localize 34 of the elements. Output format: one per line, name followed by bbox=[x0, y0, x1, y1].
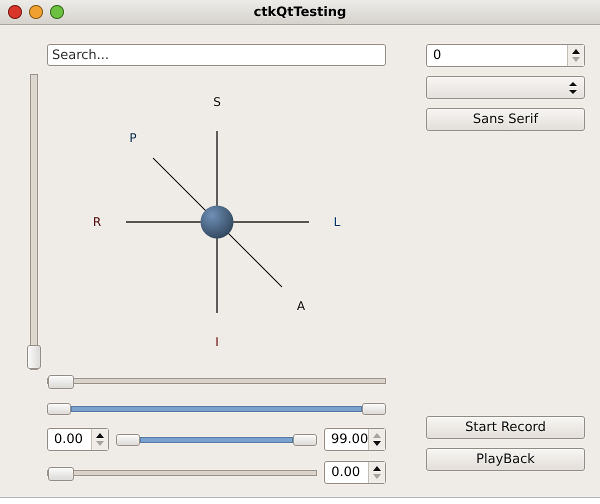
slider-handle[interactable] bbox=[27, 345, 41, 369]
spin-box[interactable]: 0 bbox=[426, 44, 585, 67]
range-slider[interactable] bbox=[47, 403, 386, 415]
axis-label: S bbox=[213, 95, 221, 109]
slider-handle[interactable] bbox=[362, 403, 386, 415]
axis-label: L bbox=[334, 215, 340, 229]
font-button[interactable]: Sans Serif bbox=[426, 108, 585, 131]
slider-handle[interactable] bbox=[47, 403, 71, 415]
push-button[interactable]: PlayBack bbox=[426, 448, 585, 471]
axis-label: P bbox=[129, 131, 137, 145]
slider-handle[interactable] bbox=[116, 434, 140, 446]
down-arrow-icon[interactable] bbox=[372, 440, 382, 448]
spin-box[interactable]: 0.00 bbox=[324, 461, 386, 484]
up-arrow-icon[interactable] bbox=[95, 431, 105, 439]
up-arrow-icon[interactable] bbox=[571, 47, 581, 55]
close-icon[interactable] bbox=[8, 5, 22, 19]
spin-box[interactable]: 99.00 bbox=[324, 428, 386, 451]
orientation-marker-drawing[interactable]: S P R L A I bbox=[47, 74, 347, 364]
maximize-icon[interactable] bbox=[50, 5, 64, 19]
push-button[interactable]: Start Record bbox=[426, 416, 585, 439]
axis-label: I bbox=[215, 335, 219, 349]
slider-handle[interactable] bbox=[48, 466, 74, 480]
up-arrow-icon[interactable] bbox=[372, 464, 382, 472]
window-title: ctkQtTesting bbox=[252, 4, 348, 20]
slider-handle[interactable] bbox=[293, 434, 317, 446]
dropdown[interactable] bbox=[426, 76, 585, 99]
spin-box[interactable]: 0.00 bbox=[47, 428, 109, 451]
axis-label: R bbox=[92, 215, 102, 229]
search-field[interactable]: Search... bbox=[47, 44, 386, 66]
minimize-icon[interactable] bbox=[29, 5, 43, 19]
axis-label: A bbox=[296, 299, 306, 313]
range-slider[interactable] bbox=[116, 434, 317, 446]
slider-handle[interactable] bbox=[48, 375, 74, 389]
up-down-arrows-icon bbox=[568, 80, 578, 94]
